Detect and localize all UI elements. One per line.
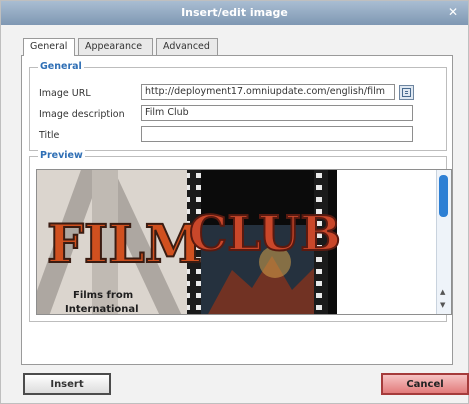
title-label: Title — [39, 130, 60, 141]
general-legend: General — [38, 61, 84, 72]
film-word: FILM — [47, 214, 202, 275]
preview-scrollbar[interactable]: ▲ ▼ — [436, 170, 451, 314]
preview-legend: Preview — [38, 150, 85, 161]
url-label: Image URL — [39, 88, 91, 99]
subtitle-line-1: Films from — [73, 290, 133, 301]
tab-advanced[interactable]: Advanced — [156, 38, 218, 55]
club-word: CLUB — [189, 206, 341, 262]
insert-image-dialog: Insert/edit image ✕ General Appearance A… — [0, 0, 469, 404]
subtitle-line-2: International — [65, 304, 139, 315]
description-label: Image description — [39, 109, 125, 120]
film-club-image: FILM CLUB Films from International — [37, 170, 439, 315]
tab-appearance[interactable]: Appearance — [78, 38, 153, 55]
scroll-up-icon[interactable]: ▲ — [440, 288, 445, 296]
browse-icon[interactable] — [399, 85, 414, 100]
image-preview[interactable]: FILM CLUB Films from International ▲ ▼ — [36, 169, 452, 315]
title-input[interactable] — [141, 126, 413, 142]
image-url-input[interactable]: http://deployment17.omniupdate.com/engli… — [141, 84, 395, 100]
scrollbar-thumb[interactable] — [439, 175, 448, 217]
dialog-title: Insert/edit image — [181, 6, 288, 19]
image-description-input[interactable]: Film Club — [141, 105, 413, 121]
scroll-down-icon[interactable]: ▼ — [440, 301, 445, 309]
cancel-button[interactable]: Cancel — [381, 373, 469, 395]
insert-button[interactable]: Insert — [23, 373, 111, 395]
title-bar[interactable]: Insert/edit image ✕ — [1, 1, 468, 25]
tab-general[interactable]: General — [23, 38, 75, 56]
close-icon[interactable]: ✕ — [446, 5, 460, 19]
